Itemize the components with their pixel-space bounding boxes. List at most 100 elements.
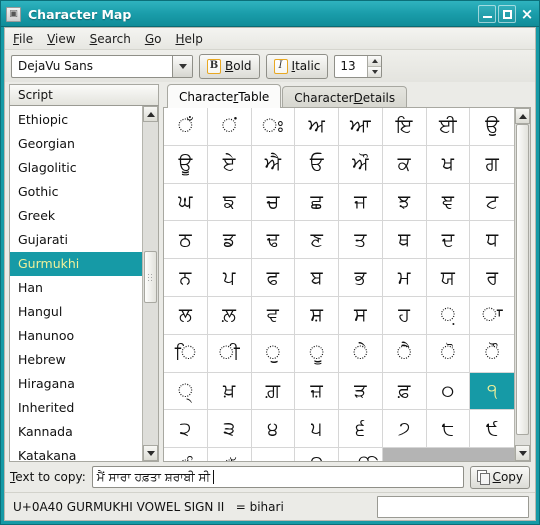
character-cell[interactable]: ਊ — [164, 145, 208, 184]
status-side-field[interactable] — [377, 495, 529, 518]
font-size-increase-button[interactable] — [368, 55, 382, 66]
scroll-down-button[interactable] — [143, 445, 158, 461]
script-list-item[interactable]: Gothic — [10, 180, 142, 204]
character-cell[interactable]: ੭ — [382, 410, 427, 449]
character-cell[interactable]: ਦ — [426, 221, 471, 260]
character-cell[interactable]: ਅ — [295, 108, 339, 146]
character-cell[interactable]: ਼ — [426, 296, 471, 335]
character-cell[interactable]: ਯ — [426, 259, 471, 297]
script-list-item[interactable]: Hangul — [10, 300, 142, 324]
character-cell[interactable]: ਈ — [426, 108, 471, 146]
character-cell[interactable]: ਧ — [470, 221, 514, 260]
character-cell[interactable]: ਚ — [251, 183, 296, 222]
character-cell[interactable]: ਉ — [470, 108, 514, 146]
character-cell[interactable]: ਓ — [295, 145, 339, 184]
character-cell[interactable]: ਫ — [251, 259, 296, 297]
menu-help[interactable]: Help — [175, 32, 202, 46]
character-cell[interactable]: ੱ — [208, 448, 252, 461]
character-cell[interactable]: ੴ — [339, 448, 383, 461]
character-cell[interactable]: ਜ — [339, 183, 383, 222]
character-cell[interactable]: ਸ — [339, 296, 383, 335]
character-cell[interactable]: ੁ — [251, 334, 296, 373]
character-cell[interactable]: ੫ — [295, 410, 339, 449]
character-cell[interactable]: ਙ — [207, 183, 252, 222]
italic-button[interactable]: I Italic — [265, 53, 329, 79]
character-cell[interactable]: ੩ — [207, 410, 252, 449]
character-cell[interactable]: ੲ — [252, 448, 296, 461]
copy-button[interactable]: Copy — [469, 465, 530, 489]
character-cell[interactable]: ਟ — [470, 184, 514, 222]
character-cell[interactable]: ੀ — [207, 334, 252, 373]
character-cell[interactable]: ੯ — [470, 410, 514, 449]
script-list-item[interactable]: Inherited — [10, 396, 142, 420]
character-cell[interactable]: ਤ — [339, 221, 383, 260]
script-list-item[interactable]: Gurmukhi — [10, 252, 142, 276]
character-cell[interactable]: ੪ — [251, 410, 296, 449]
character-cell[interactable]: ੍ — [164, 372, 208, 411]
script-list-item[interactable]: Hebrew — [10, 348, 142, 372]
character-cell[interactable]: ਾ — [470, 297, 514, 335]
character-cell[interactable]: ੇ — [339, 334, 383, 373]
text-to-copy-input[interactable]: ਮੈਂ ਸਾਰਾ ਹਫ਼ਤਾ ਸ਼ਰਾਬੀ ਸੀ — [91, 466, 464, 488]
character-cell[interactable]: ਲ਼ — [207, 296, 252, 335]
character-cell[interactable]: ੧ — [470, 372, 514, 411]
character-cell[interactable]: ਕ — [382, 145, 427, 184]
character-cell[interactable]: ਛ — [295, 183, 339, 222]
minimize-button[interactable] — [478, 5, 496, 23]
character-cell[interactable]: ਗ — [470, 146, 514, 184]
character-cell[interactable]: ਸ਼ — [295, 296, 339, 335]
tab-character-details[interactable]: Character Details — [282, 86, 408, 108]
character-cell[interactable]: ੋ — [426, 334, 471, 373]
character-cell[interactable]: ਮ — [382, 259, 427, 297]
font-size-stepper[interactable]: 13 — [334, 54, 383, 78]
character-cell[interactable]: ੨ — [164, 410, 208, 449]
menu-search[interactable]: Search — [90, 32, 131, 46]
character-cell[interactable]: ੌ — [470, 335, 514, 373]
script-list-item[interactable]: Gujarati — [10, 228, 142, 252]
character-cell[interactable]: ਁ — [164, 108, 208, 146]
menu-view[interactable]: View — [47, 32, 75, 46]
character-cell[interactable]: ਥ — [382, 221, 427, 260]
character-cell[interactable]: ਝ — [382, 183, 427, 222]
font-family-combo[interactable]: DejaVu Sans — [11, 54, 193, 78]
character-scroll-thumb[interactable] — [516, 124, 529, 436]
character-cell[interactable]: ਭ — [339, 259, 383, 297]
script-list-item[interactable]: Han — [10, 276, 142, 300]
character-cell[interactable]: ੰ — [164, 448, 208, 461]
character-cell[interactable]: ੮ — [426, 410, 471, 449]
character-table-scrollbar[interactable] — [514, 108, 530, 461]
scroll-down-button[interactable] — [515, 445, 530, 461]
character-cell[interactable]: ਪ — [207, 259, 252, 297]
character-cell[interactable]: ੦ — [426, 372, 471, 411]
character-cell[interactable]: ਰ — [470, 259, 514, 297]
character-cell[interactable]: ਖ — [426, 145, 471, 184]
maximize-button[interactable] — [498, 5, 516, 23]
script-list-item[interactable]: Katakana — [10, 444, 142, 461]
character-cell[interactable]: ਠ — [164, 221, 208, 260]
bold-button[interactable]: B Bold — [199, 53, 260, 79]
character-cell[interactable]: ਨ — [164, 259, 208, 297]
script-list-scrollbar[interactable] — [142, 106, 158, 461]
character-cell[interactable]: ਬ — [295, 259, 339, 297]
script-list-item[interactable]: Hanunoo — [10, 324, 142, 348]
script-list-item[interactable]: Kannada — [10, 420, 142, 444]
character-cell[interactable]: ੂ — [295, 334, 339, 373]
chevron-down-icon[interactable] — [172, 55, 192, 77]
character-cell[interactable]: ਇ — [382, 108, 427, 146]
character-cell[interactable]: ਲ — [164, 296, 208, 335]
character-cell[interactable]: ਃ — [251, 108, 296, 146]
scroll-up-button[interactable] — [515, 108, 530, 124]
character-cell[interactable]: ੬ — [339, 410, 383, 449]
character-cell[interactable]: ਖ਼ — [207, 372, 252, 411]
character-cell[interactable]: ਹ — [382, 296, 427, 335]
script-list-item[interactable]: Georgian — [10, 132, 142, 156]
script-list-item[interactable]: Glagolitic — [10, 156, 142, 180]
script-scroll-thumb[interactable] — [144, 251, 157, 303]
character-cell[interactable]: ਗ਼ — [251, 372, 296, 411]
character-cell[interactable]: ਔ — [339, 145, 383, 184]
character-cell[interactable]: ਵ — [251, 296, 296, 335]
close-button[interactable]: × — [518, 5, 536, 23]
character-cell[interactable]: ਜ਼ — [295, 372, 339, 411]
script-list[interactable]: Ethiopic Georgian Glagolitic Gothic Greek Guj… — [10, 106, 142, 461]
scroll-up-button[interactable] — [143, 106, 158, 122]
